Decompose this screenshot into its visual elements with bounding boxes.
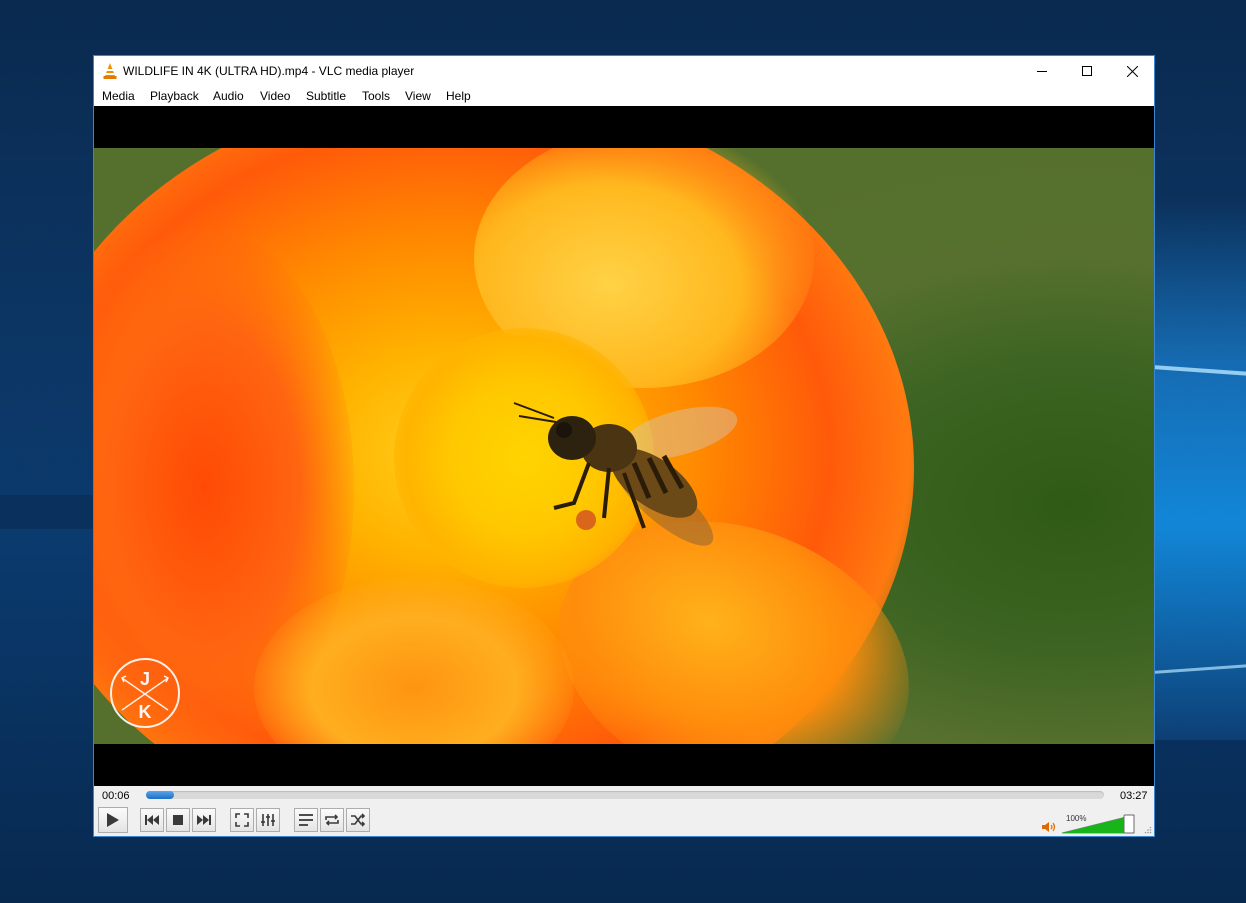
stop-icon bbox=[173, 815, 183, 825]
menu-media[interactable]: Media bbox=[102, 89, 135, 103]
extended-settings-button[interactable] bbox=[256, 808, 280, 832]
seek-progress bbox=[146, 791, 174, 799]
loop-button[interactable] bbox=[320, 808, 344, 832]
video-frame: J K bbox=[94, 148, 1154, 744]
jk-watermark-logo: J K bbox=[110, 658, 180, 728]
minimize-button[interactable] bbox=[1019, 56, 1065, 86]
seek-bar[interactable] bbox=[146, 791, 1104, 799]
menu-video[interactable]: Video bbox=[260, 89, 290, 103]
previous-icon bbox=[145, 815, 159, 825]
video-area[interactable]: J K bbox=[94, 106, 1154, 786]
loop-icon bbox=[325, 814, 339, 826]
fullscreen-button[interactable] bbox=[230, 808, 254, 832]
menu-view[interactable]: View bbox=[405, 89, 431, 103]
playlist-button[interactable] bbox=[294, 808, 318, 832]
shuffle-icon bbox=[351, 813, 366, 827]
maximize-button[interactable] bbox=[1064, 56, 1110, 86]
playlist-icon bbox=[299, 814, 313, 826]
menu-playback[interactable]: Playback bbox=[150, 89, 199, 103]
window-title: WILDLIFE IN 4K (ULTRA HD).mp4 - VLC medi… bbox=[123, 64, 415, 78]
desktop-light-streak bbox=[1139, 364, 1246, 376]
fullscreen-icon bbox=[235, 813, 249, 827]
resize-grip-icon[interactable] bbox=[1144, 826, 1152, 834]
menu-help[interactable]: Help bbox=[446, 89, 471, 103]
vlc-cone-icon bbox=[103, 63, 117, 79]
watermark-letter-k: K bbox=[139, 702, 152, 722]
desktop-shadow bbox=[0, 495, 95, 529]
desktop-light-beam bbox=[1150, 200, 1246, 740]
close-icon bbox=[1126, 65, 1138, 77]
menu-subtitle[interactable]: Subtitle bbox=[306, 89, 346, 103]
extended-settings-icon bbox=[261, 814, 275, 826]
stop-button[interactable] bbox=[166, 808, 190, 832]
play-icon bbox=[107, 813, 119, 827]
play-button[interactable] bbox=[98, 807, 128, 833]
shuffle-button[interactable] bbox=[346, 808, 370, 832]
desktop-light-streak bbox=[1140, 664, 1246, 675]
menu-bar: Media Playback Audio Video Subtitle Tool… bbox=[94, 86, 1154, 106]
next-button[interactable] bbox=[192, 808, 216, 832]
bee-illustration bbox=[513, 402, 738, 546]
speaker-icon[interactable] bbox=[1042, 822, 1056, 832]
volume-slider[interactable] bbox=[1060, 812, 1138, 834]
title-bar[interactable]: WILDLIFE IN 4K (ULTRA HD).mp4 - VLC medi… bbox=[94, 56, 1154, 86]
next-icon bbox=[197, 815, 211, 825]
minimize-icon bbox=[1037, 71, 1047, 72]
previous-button[interactable] bbox=[140, 808, 164, 832]
control-bar: 00:06 03:27 100% bbox=[94, 786, 1154, 836]
menu-tools[interactable]: Tools bbox=[362, 89, 390, 103]
elapsed-time: 00:06 bbox=[102, 790, 130, 802]
maximize-icon bbox=[1082, 66, 1092, 76]
vlc-window: WILDLIFE IN 4K (ULTRA HD).mp4 - VLC medi… bbox=[93, 55, 1155, 837]
watermark-letter-j: J bbox=[140, 669, 150, 689]
total-time: 03:27 bbox=[1120, 790, 1148, 802]
menu-audio[interactable]: Audio bbox=[213, 89, 244, 103]
close-button[interactable] bbox=[1109, 56, 1155, 86]
